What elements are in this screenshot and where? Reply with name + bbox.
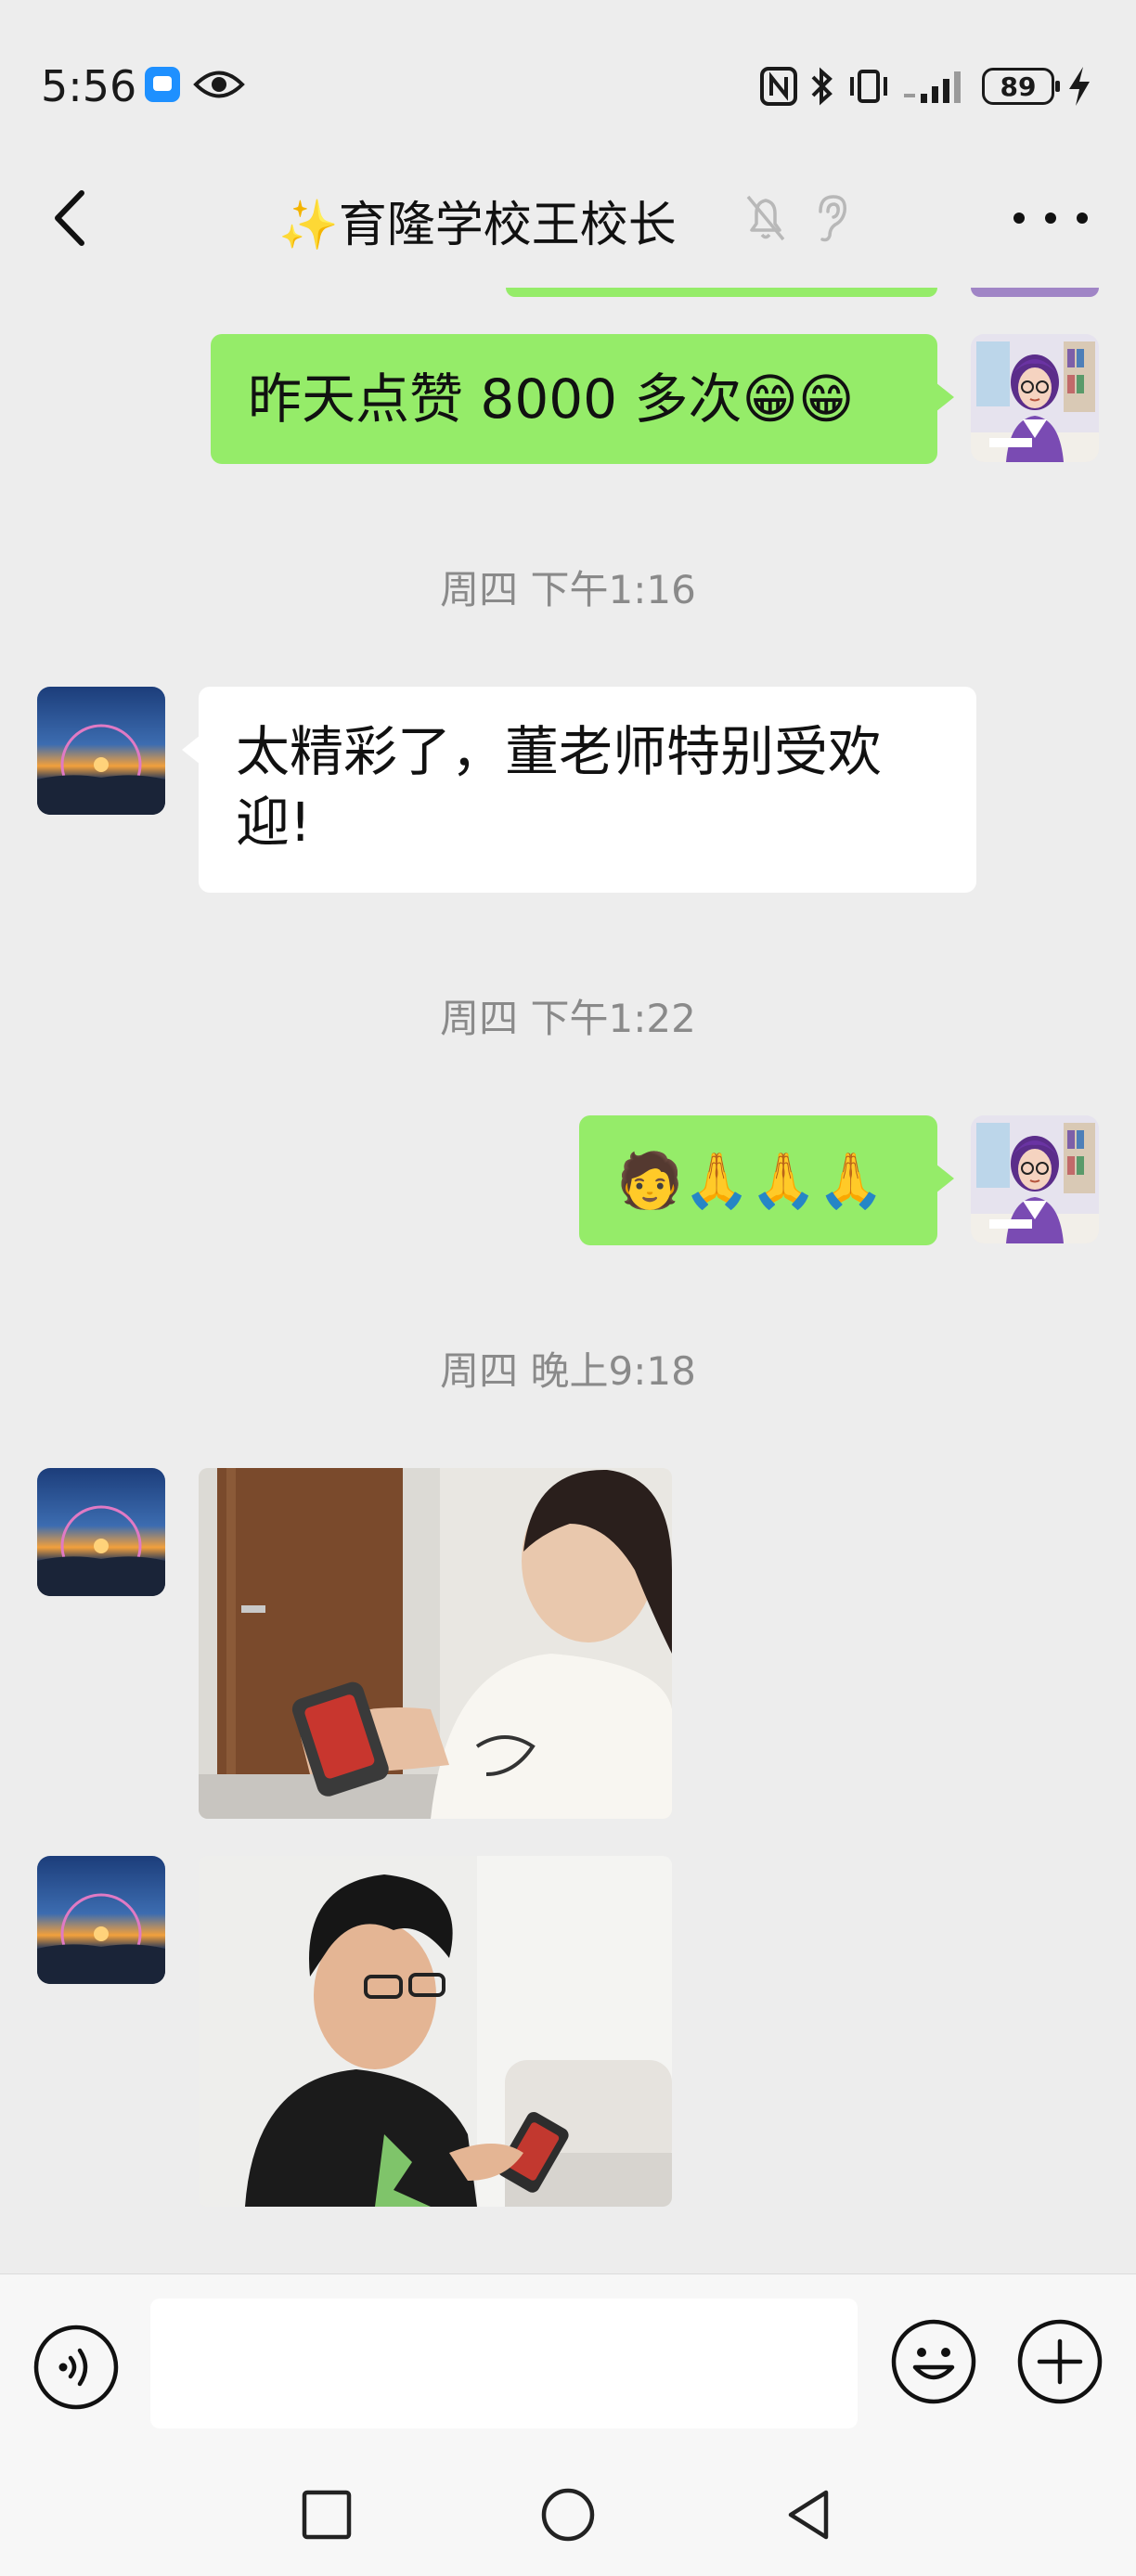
timestamp: 周四 晚上9:18 [440, 1348, 696, 1394]
previous-message-edge [506, 288, 937, 297]
voice-input-icon[interactable] [32, 2323, 121, 2412]
my-avatar[interactable] [971, 334, 1099, 462]
photo-message[interactable] [199, 1856, 672, 2207]
my-avatar[interactable] [971, 1115, 1099, 1243]
vibrate-icon [850, 70, 887, 103]
my-message-bubble[interactable]: 昨天点赞 8000 多次😁😁 [211, 334, 954, 464]
back-arrow-icon[interactable] [45, 184, 100, 252]
chat-title: ✨育隆学校王校长 [278, 198, 677, 253]
message-input[interactable] [150, 2299, 858, 2428]
contact-message-bubble[interactable]: 太精彩了，董老师特别受欢迎! [182, 687, 976, 893]
signal-icon [904, 71, 961, 103]
earpiece-mode-icon [819, 195, 846, 242]
timestamp: 周四 下午1:22 [440, 996, 696, 1041]
my-message-bubble[interactable]: 🧑🙏🙏🙏 [579, 1115, 954, 1245]
home-icon[interactable] [538, 2485, 598, 2544]
emoji-icon[interactable] [889, 2317, 978, 2406]
back-triangle-icon[interactable] [780, 2485, 839, 2544]
more-options-icon[interactable] [1013, 195, 1088, 241]
message-text: 🧑🙏🙏🙏 [616, 1149, 884, 1212]
chat-header: ✨育隆学校王校长 [0, 148, 1136, 288]
mute-notification-icon [746, 195, 785, 241]
photo-message[interactable] [199, 1468, 672, 1819]
charging-icon [1069, 67, 1090, 106]
status-icons: 89 [759, 61, 1093, 111]
system-navigation-bar [0, 2459, 1136, 2576]
timestamp: 周四 下午1:16 [440, 567, 696, 612]
status-bar: 5:56 89 [0, 0, 1136, 148]
message-list[interactable]: 昨天点赞 8000 多次😁😁 周四 下午1:16 太精彩了，董老师特别受欢迎! … [0, 288, 1136, 2273]
contact-avatar[interactable] [37, 687, 165, 815]
add-attachment-icon[interactable] [1015, 2317, 1104, 2406]
battery-indicator: 89 [982, 68, 1060, 105]
contact-avatar[interactable] [37, 1856, 165, 1984]
message-text: 太精彩了，董老师特别受欢迎! [236, 720, 883, 854]
contact-avatar[interactable] [37, 1468, 165, 1596]
nfc-icon [760, 67, 797, 106]
previous-avatar-edge [971, 288, 1099, 297]
status-time: 5:56 [41, 61, 137, 111]
input-bar [0, 2273, 1136, 2460]
recent-apps-icon[interactable] [297, 2485, 356, 2544]
eye-icon [193, 71, 245, 98]
message-text: 昨天点赞 8000 多次😁😁 [248, 367, 855, 431]
bluetooth-icon [811, 67, 833, 106]
message-app-icon [145, 67, 180, 102]
